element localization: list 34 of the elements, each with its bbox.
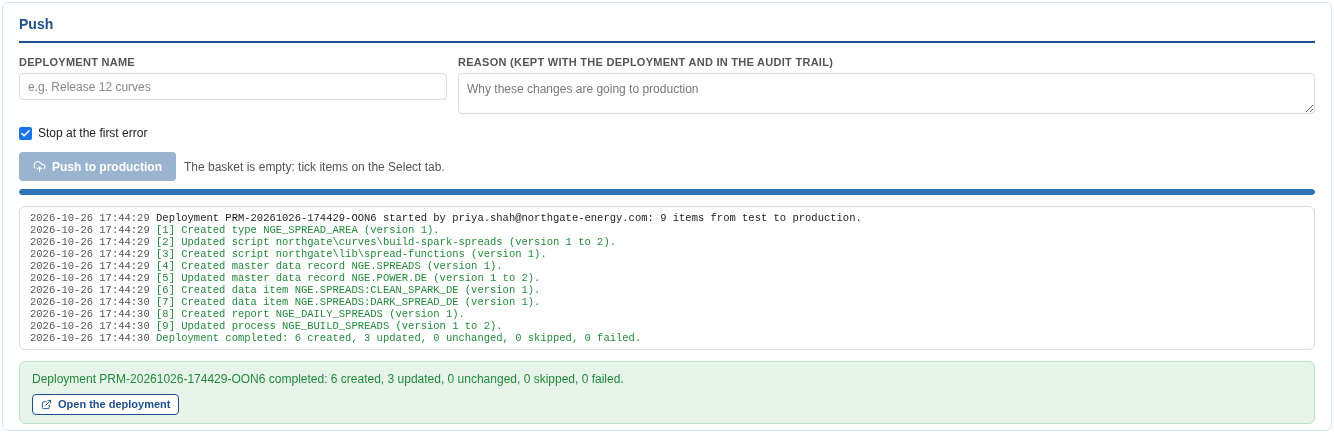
success-message: Deployment PRM-20261026-174429-OON6 completed: 6 created, 3 updated, 0 unchanged, 0 skipped, 0 failed. xyxy=(32,371,624,388)
cloud-upload-icon xyxy=(33,160,46,173)
log-timestamp: 2026-10-26 17:44:30 xyxy=(30,320,150,332)
field-label: DEPLOYMENT NAME xyxy=(19,55,136,69)
log-timestamp: 2026-10-26 17:44:29 xyxy=(30,236,150,248)
log-message: [5] Updated master data record NGE.POWER.DE (version 1 to 2). xyxy=(156,272,541,284)
log-message: Deployment completed: 6 created, 3 updated, 0 unchanged, 0 skipped, 0 failed. xyxy=(156,332,642,344)
log-timestamp: 2026-10-26 17:44:29 xyxy=(30,212,150,224)
checkbox[interactable] xyxy=(19,126,32,140)
external-link-icon xyxy=(41,399,52,410)
log-message: [8] Created report NGE_DAILY_SPREADS (version 1). xyxy=(156,308,465,320)
log-timestamp: 2026-10-26 17:44:30 xyxy=(30,308,150,320)
section-title: Push xyxy=(19,15,55,33)
log-message: [7] Created data item NGE.SPREADS:DARK_SPREAD_DE (version 1). xyxy=(156,296,541,308)
log-timestamp: 2026-10-26 17:44:30 xyxy=(30,332,150,344)
open-deployment-button[interactable]: Open the deployment xyxy=(32,394,180,415)
log-timestamp: 2026-10-26 17:44:29 xyxy=(30,284,150,296)
checkbox-label: Stop at the first error xyxy=(38,125,148,142)
field-label: REASON (KEPT WITH THE DEPLOYMENT AND IN THE AUDIT TRAIL) xyxy=(458,55,835,69)
log-message: [1] Created type NGE_SPREAD_AREA (version 1). xyxy=(156,224,440,236)
log-message: Deployment PRM-20261026-174429-OON6 started by priya.shah@northgate-energy.com: 9 items from test to production. xyxy=(156,212,862,224)
log-timestamp: 2026-10-26 17:44:29 xyxy=(30,260,150,272)
log-message: [6] Created data item NGE.SPREADS:CLEAN_SPARK_DE (version 1). xyxy=(156,284,541,296)
reason-field[interactable]: Why these changes are going to production xyxy=(458,73,1315,114)
deployment-name-field[interactable]: e.g. Release 12 curves xyxy=(19,73,447,100)
log-message: [3] Created script northgate\lib\spread-functions (version 1). xyxy=(156,248,547,260)
log-message: [4] Created master data record NGE.SPREADS (version 1). xyxy=(156,260,503,272)
log-timestamp: 2026-10-26 17:44:29 xyxy=(30,224,150,236)
log-timestamp: 2026-10-26 17:44:29 xyxy=(30,248,150,260)
log-timestamp: 2026-10-26 17:44:30 xyxy=(30,296,150,308)
hint-text: The basket is empty: tick items on the Select tab. xyxy=(184,158,445,176)
log-message: [2] Updated script northgate\curves\build-spark-spreads (version 1 to 2). xyxy=(156,236,617,248)
log-message: [9] Updated process NGE_BUILD_SPREADS (version 1 to 2). xyxy=(156,320,503,332)
log-timestamp: 2026-10-26 17:44:29 xyxy=(30,272,150,284)
